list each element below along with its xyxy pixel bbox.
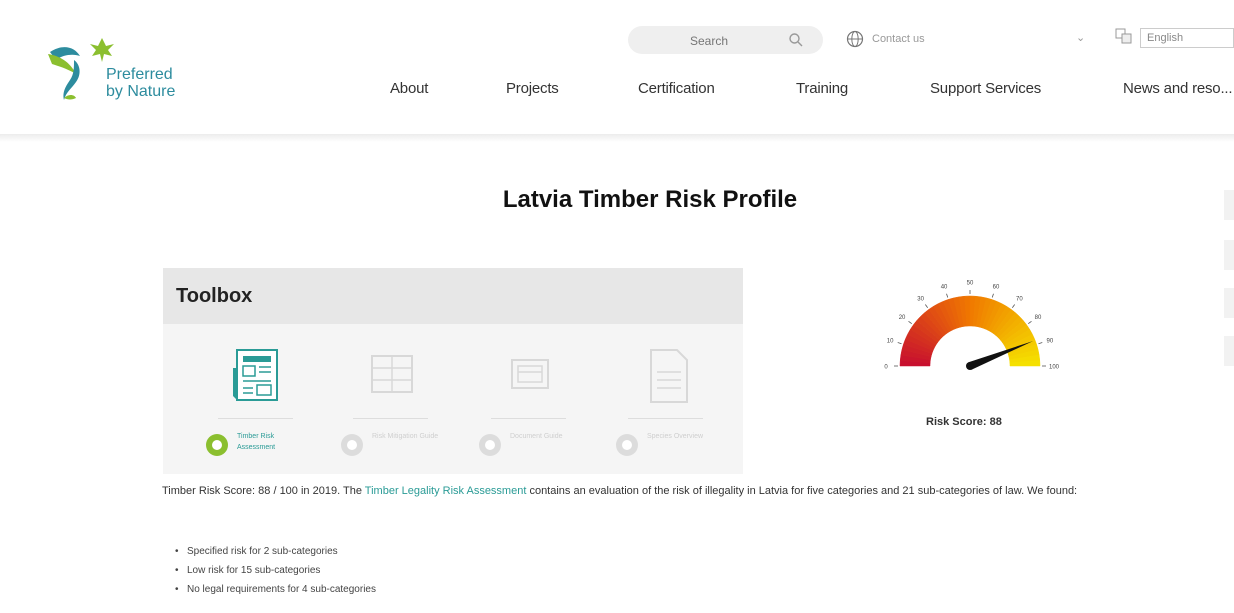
intro-text-start: Timber Risk Score: 88 / 100 in 2019. The: [162, 485, 365, 497]
newspaper-icon: [233, 349, 278, 401]
chevron-down-icon[interactable]: ⌄: [1076, 31, 1085, 44]
risk-score-label: Risk Score: 88: [926, 416, 1002, 428]
tool-document-guide[interactable]: Document Guide: [466, 338, 586, 458]
tool-divider: [218, 418, 293, 419]
search-box: [628, 26, 823, 54]
tool-label: Risk Mitigation Guide: [372, 433, 439, 440]
gauge-tick-label: 20: [899, 315, 906, 321]
risk-assessment-link[interactable]: Timber Legality Risk Assessment: [365, 485, 527, 497]
gauge-hub: [966, 362, 974, 370]
gauge-tick-label: 90: [1047, 339, 1054, 345]
gauge-tick: [991, 293, 994, 298]
radio-indicator: [206, 434, 228, 456]
gauge-tick-label: 50: [967, 281, 974, 287]
gauge-tick: [897, 342, 902, 345]
tool-label: Species Overview: [647, 433, 704, 440]
gauge-tick-label: 40: [941, 285, 948, 291]
table-document-icon: [371, 355, 413, 393]
site-header: Preferred by Nature Contact us ⌄ English…: [0, 0, 1234, 136]
gauge-tick-label: 30: [917, 297, 924, 303]
toolbox-panel: Toolbox Timber Risk Assessment Risk Miti: [163, 268, 743, 474]
gauge-tick-label: 60: [993, 285, 1000, 291]
intro-paragraph: Timber Risk Score: 88 / 100 in 2019. The…: [162, 482, 1082, 500]
list-item: Specified risk for 2 sub-categories: [175, 542, 376, 561]
logo-line-1: Preferred: [106, 66, 173, 83]
list-item: Low risk for 15 sub-categories: [175, 561, 376, 580]
page-title: Latvia Timber Risk Profile: [502, 186, 798, 213]
radio-indicator: [616, 434, 638, 456]
intro-text-end: contains an evaluation of the risk of il…: [526, 485, 1078, 497]
site-logo[interactable]: Preferred by Nature: [44, 34, 214, 106]
side-tab[interactable]: [1224, 190, 1234, 220]
nav-projects[interactable]: Projects: [506, 80, 559, 97]
gauge-tick: [925, 304, 929, 308]
toolbox-header: Toolbox: [163, 268, 743, 324]
toolbox-title: Toolbox: [176, 285, 253, 307]
folder-documents-icon: [511, 359, 549, 389]
gauge-tick: [908, 321, 912, 325]
nav-certification[interactable]: Certification: [638, 80, 715, 97]
gauge-tick-label: 10: [887, 339, 894, 345]
tool-label: Document Guide: [510, 433, 563, 440]
globe-icon: [846, 30, 864, 48]
nav-training[interactable]: Training: [796, 80, 848, 97]
gauge-tick-label: 0: [884, 365, 888, 371]
gauge-tick-label: 80: [1035, 315, 1042, 321]
nav-news-and-resources[interactable]: News and reso...: [1123, 80, 1233, 97]
contact-label: Contact us: [872, 33, 925, 45]
radio-indicator: [341, 434, 363, 456]
search-input[interactable]: [642, 31, 776, 51]
language-select[interactable]: English: [1140, 28, 1234, 48]
header-divider: [0, 134, 1234, 142]
gauge-tick: [1028, 321, 1032, 325]
tool-divider: [491, 418, 566, 419]
gauge-tick: [1011, 304, 1015, 308]
translate-icon: [1115, 28, 1132, 44]
nav-support-services[interactable]: Support Services: [930, 80, 1041, 97]
side-tab[interactable]: [1224, 288, 1234, 318]
logo-wordmark: Preferred by Nature: [106, 66, 175, 100]
tool-label: Timber Risk Assessment: [237, 433, 276, 451]
tool-timber-risk-assessment[interactable]: Timber Risk Assessment: [193, 338, 313, 458]
gauge-tick-label: 100: [1049, 365, 1060, 371]
nav-about[interactable]: About: [390, 80, 428, 97]
list-item: No legal requirements for 4 sub-categori…: [175, 580, 376, 599]
risk-score-gauge: 0 10 20 30 40 50 60 70 80 90 100: [884, 281, 1060, 371]
side-tab[interactable]: [1224, 336, 1234, 366]
logo-line-2: by Nature: [106, 83, 176, 100]
gauge-tick: [946, 293, 949, 298]
gauge-tick: [1038, 342, 1043, 345]
tool-divider: [628, 418, 703, 419]
radio-indicator: [479, 434, 501, 456]
findings-list: Specified risk for 2 sub-categories Low …: [175, 542, 376, 599]
search-icon[interactable]: [788, 32, 804, 48]
document-icon: [650, 349, 688, 403]
contact-link[interactable]: Contact us: [846, 28, 925, 50]
tool-divider: [353, 418, 428, 419]
hummingbird-logo-icon: [48, 38, 114, 100]
tool-risk-mitigation-guide[interactable]: Risk Mitigation Guide: [328, 338, 448, 458]
tool-species-overview[interactable]: Species Overview: [603, 338, 723, 458]
gauge-tick-label: 70: [1016, 297, 1023, 303]
side-tab[interactable]: [1224, 240, 1234, 270]
